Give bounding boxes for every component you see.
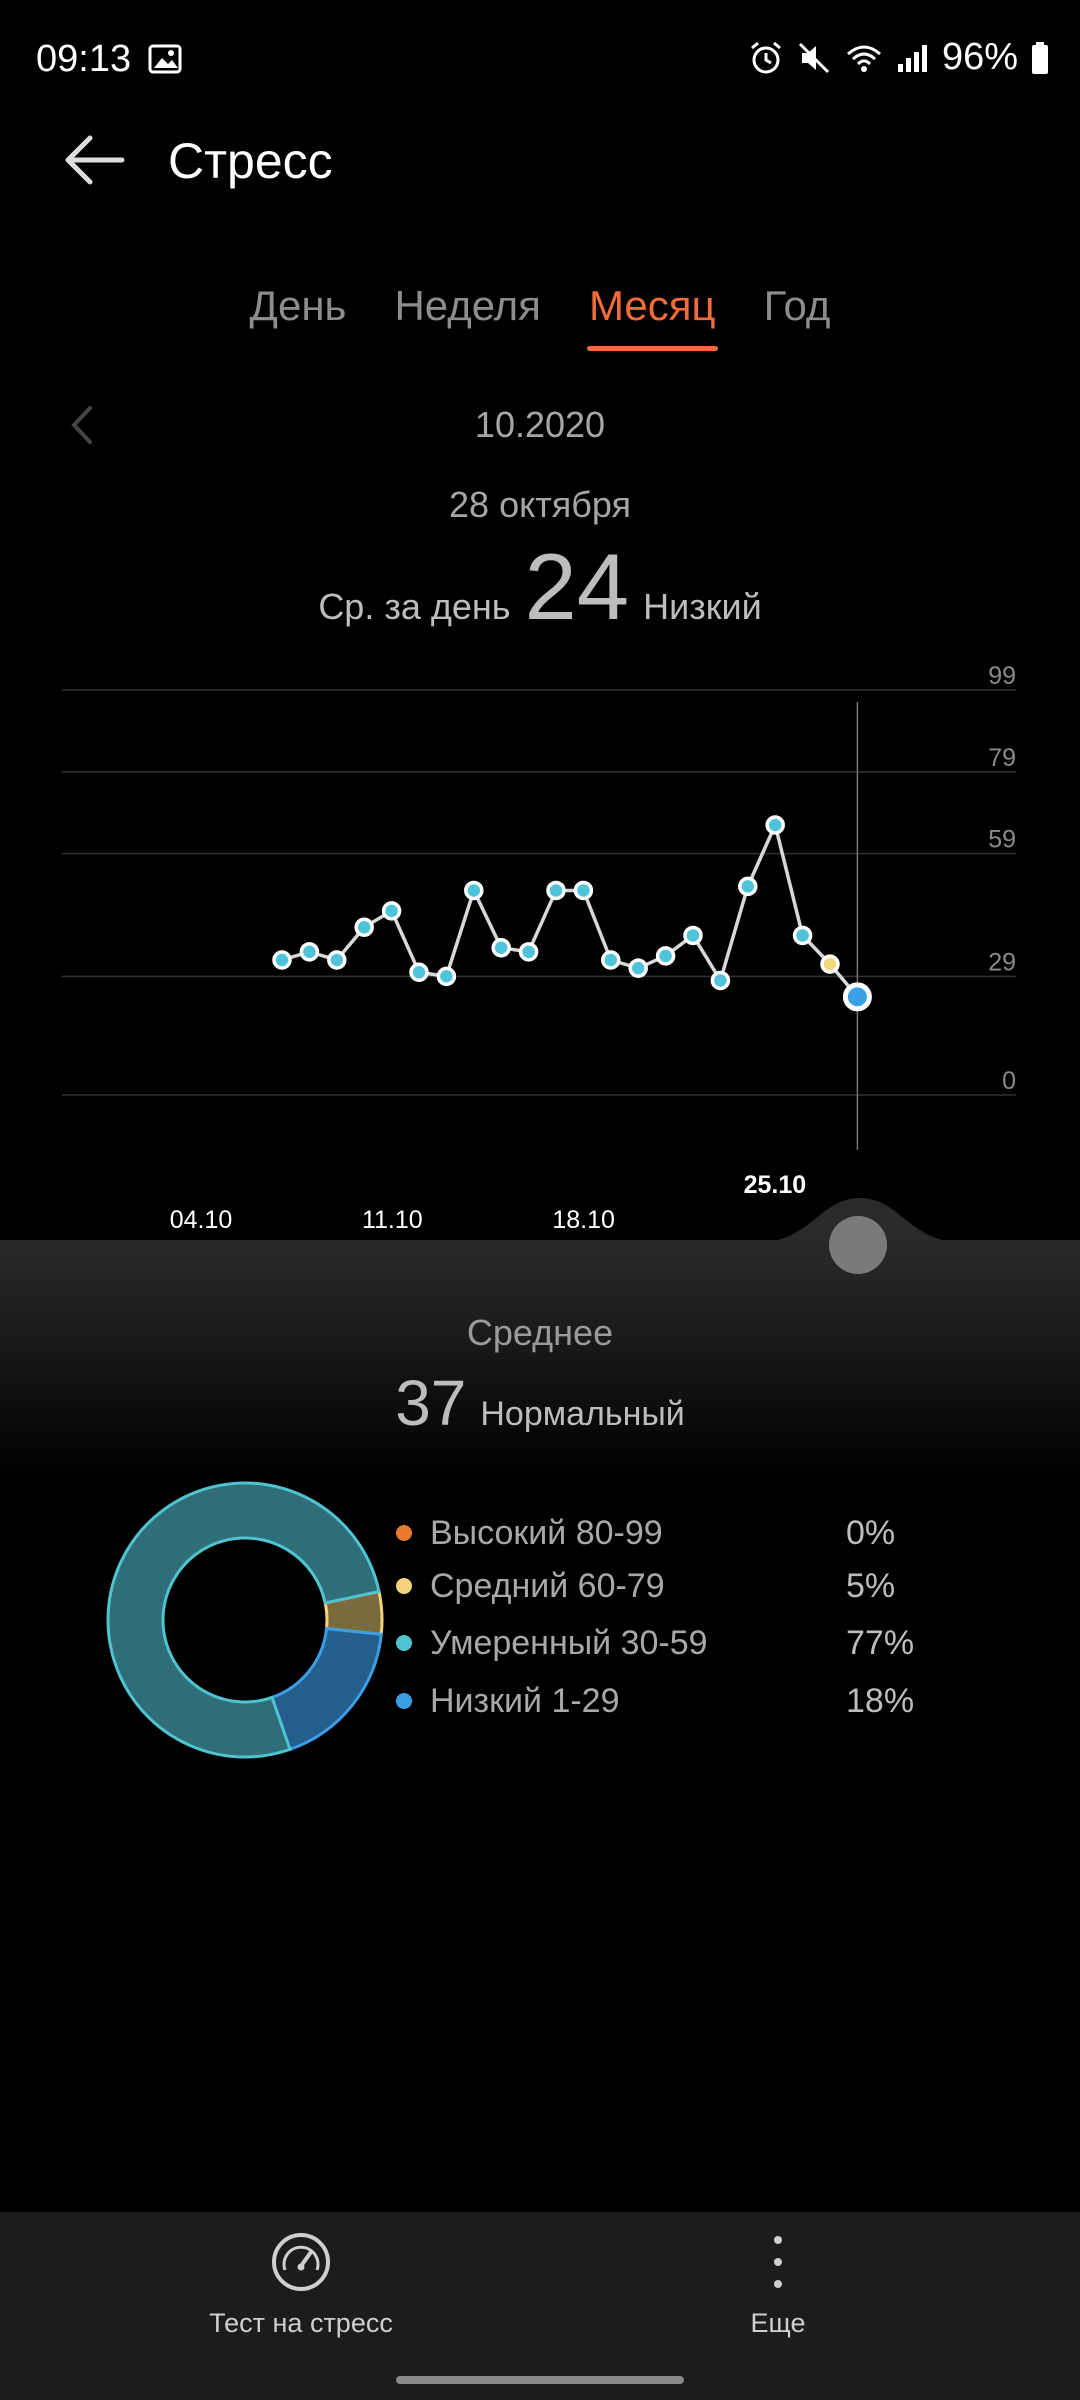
x-tick-label: 25.10 [744,1171,807,1199]
gesture-navigation-bar[interactable] [396,2376,684,2384]
tab-year[interactable]: Год [762,282,833,362]
legend-percent: 5% [846,1566,896,1605]
legend-label: Умеренный 30-59 [430,1623,708,1662]
tab-day[interactable]: День [248,282,349,362]
x-tick-label: 18.10 [552,1206,615,1234]
more-button[interactable]: Еще [628,2230,928,2339]
legend-label: Высокий 80-99 [430,1513,663,1552]
battery-percent: 96% [941,36,1018,78]
legend-label: Средний 60-79 [430,1566,665,1605]
data-point-selected[interactable] [842,982,872,1012]
data-point[interactable] [464,880,484,901]
distribution-donut-chart [106,1481,384,1759]
data-point[interactable] [655,946,676,966]
tab-month[interactable]: Месяц [586,282,718,362]
donut-segment [270,1626,383,1752]
gallery-notification-icon [148,44,182,74]
legend-dot [396,1635,412,1651]
average-value: 37 [395,1367,467,1439]
legend-item-low: Низкий 1-29 18% [396,1676,956,1726]
chart-slider-handle[interactable] [829,1216,887,1274]
data-point[interactable] [683,925,703,946]
data-point[interactable] [327,950,347,970]
more-label: Еще [750,2308,806,2338]
data-point[interactable] [518,942,539,962]
legend-percent: 18% [846,1681,915,1720]
average-level: Нормальный [480,1395,685,1433]
data-point[interactable] [491,937,511,958]
legend-item-high: Высокий 80-99 0% [396,1508,956,1558]
signal-icon [897,44,927,72]
alarm-icon [750,41,781,73]
data-point[interactable] [354,917,374,938]
legend-percent: 77% [846,1623,915,1662]
period-tabs: День Неделя Месяц Год [0,282,1080,362]
x-tick-label: 04.10 [170,1206,233,1234]
legend-dot [396,1578,412,1594]
data-point[interactable] [710,970,731,991]
more-vertical-icon [774,2236,782,2288]
daily-average-level: Низкий [643,586,762,627]
selected-date: 28 октября [449,484,631,525]
data-point[interactable] [272,950,292,970]
stress-test-button[interactable]: Тест на стресс [151,2230,451,2339]
mute-icon [798,42,829,73]
data-point[interactable] [628,958,648,978]
legend-dot [396,1525,412,1541]
y-tick-label: 29 [988,948,1016,976]
data-point[interactable] [546,880,566,901]
legend-dot [396,1693,412,1709]
daily-average: Ср. за день 24 Низкий [0,540,1080,634]
legend-label: Низкий 1-29 [430,1681,620,1720]
series-line [281,819,859,998]
back-arrow-icon[interactable] [60,130,130,190]
wifi-icon [846,45,881,72]
average-title: Среднее [466,1312,614,1353]
x-tick-label: 11.10 [362,1206,423,1234]
stress-test-label: Тест на стресс [209,2308,393,2338]
legend-percent: 0% [846,1513,896,1552]
data-point-highlighted[interactable] [820,954,840,974]
data-point[interactable] [299,942,320,962]
data-point[interactable] [381,901,402,921]
data-point[interactable] [738,876,758,897]
daily-average-value: 24 [524,534,630,639]
tab-week[interactable]: Неделя [392,282,543,362]
battery-icon [1032,41,1048,74]
data-point[interactable] [436,966,457,987]
data-point[interactable] [573,880,594,901]
data-point[interactable] [765,815,785,835]
average-summary: 37 Нормальный [0,1366,1080,1440]
legend-item-medium: Средний 60-79 5% [396,1561,956,1611]
bottom-action-bar: Тест на стресс Еще [0,2212,1080,2400]
stress-line-chart[interactable]: 99 79 59 29 0 04.10 11.10 18.10 25.10 [0,640,1080,1240]
data-point[interactable] [601,950,621,970]
y-tick-label: 99 [988,662,1016,690]
status-icons: 96% [748,36,1050,79]
daily-average-label: Ср. за день [318,586,511,627]
status-time: 09:13 [36,38,132,80]
data-point[interactable] [409,962,429,983]
y-tick-label: 0 [1002,1067,1016,1095]
page-title: Стресс [168,133,333,189]
gauge-icon [272,2233,330,2291]
y-tick-label: 59 [988,826,1016,854]
legend-item-moderate: Умеренный 30-59 77% [396,1618,956,1668]
period-label: 10.2020 [474,404,606,445]
y-tick-label: 79 [988,744,1016,772]
data-point[interactable] [792,925,813,946]
